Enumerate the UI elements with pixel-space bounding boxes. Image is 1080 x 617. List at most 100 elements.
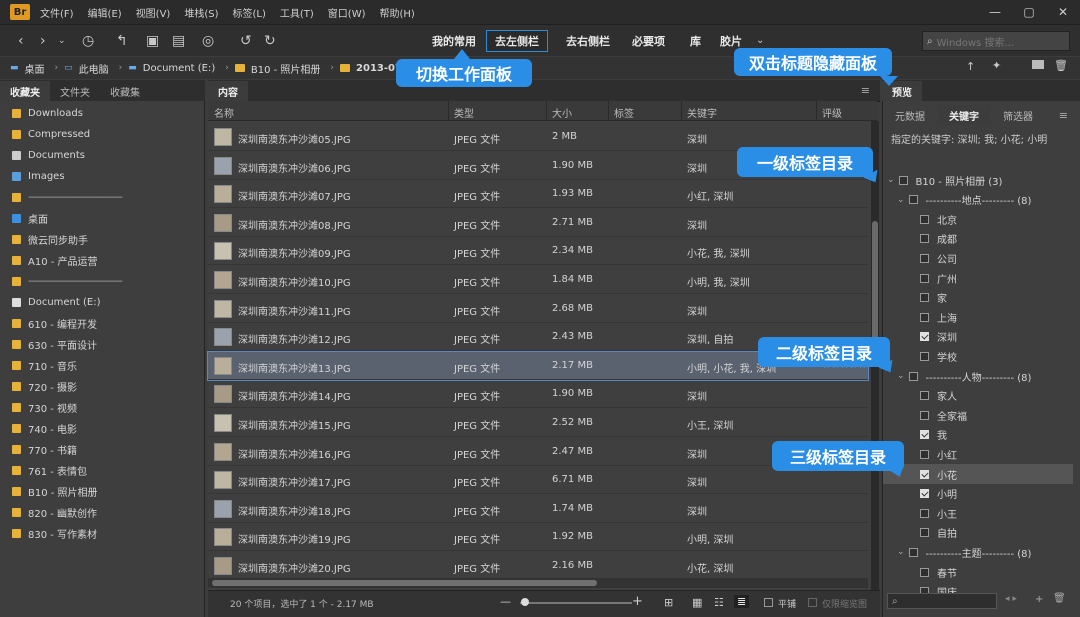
keyword-item[interactable]: ⌄ ----------人物--------- (8)	[883, 366, 1073, 386]
column-header-5[interactable]: 评级	[822, 105, 842, 120]
keyword-checkbox[interactable]	[920, 253, 929, 263]
rotate-left-icon[interactable]: ↺	[240, 33, 252, 49]
panel-menu-icon[interactable]: ≡	[1059, 109, 1068, 122]
keyword-checkbox[interactable]	[920, 234, 929, 244]
keyword-item[interactable]: 家	[883, 288, 1073, 308]
workspace-tab[interactable]: 去左侧栏	[486, 30, 548, 52]
table-row[interactable]: 深圳南澳东冲沙滩07.JPG JPEG 文件 1.93 MB 小红, 深圳	[208, 180, 868, 209]
keyword-item[interactable]: 家人	[883, 386, 1073, 406]
column-divider[interactable]	[546, 101, 547, 121]
search-field[interactable]: ⌕ Windows 搜索...	[922, 31, 1070, 51]
up-folder-icon[interactable]: ↑	[966, 60, 975, 73]
favorite-item[interactable]: 820 - 幽默创作	[0, 502, 204, 523]
keyword-checkbox[interactable]	[920, 489, 929, 499]
tab-left-1[interactable]: 文件夹	[50, 81, 100, 101]
favorite-item[interactable]: 770 - 书籍	[0, 439, 204, 460]
thumbnail-view-icon[interactable]: ▦	[692, 596, 702, 609]
table-row[interactable]: 深圳南澳东冲沙滩16.JPG JPEG 文件 2.47 MB 深圳	[208, 438, 868, 466]
grid-view-icon[interactable]: ⊞	[664, 596, 673, 609]
keyword-item[interactable]: 学校	[883, 346, 1073, 366]
zoom-in-icon[interactable]: +	[632, 594, 643, 609]
keyword-checkbox[interactable]	[920, 567, 929, 577]
chevron-down-icon[interactable]: ⌄	[897, 371, 905, 381]
keyword-item[interactable]: 自拍	[883, 523, 1073, 543]
favorite-item[interactable]: 740 - 电影	[0, 418, 204, 439]
zoom-out-icon[interactable]: —	[500, 595, 511, 608]
keyword-item[interactable]: 全家福	[883, 405, 1073, 425]
keyword-checkbox[interactable]	[920, 528, 929, 538]
details-view-icon[interactable]: ☷	[714, 596, 724, 609]
favorite-item[interactable]: Compressed	[0, 124, 204, 145]
keyword-item[interactable]: 小红	[883, 444, 1073, 464]
keyword-checkbox[interactable]	[920, 351, 929, 361]
zoom-slider[interactable]	[520, 602, 632, 604]
list-view-icon[interactable]: ≣	[734, 595, 750, 608]
table-row[interactable]: 深圳南澳东冲沙滩15.JPG JPEG 文件 2.52 MB 小王, 深圳	[208, 409, 868, 437]
tab-left-2[interactable]: 收藏集	[100, 81, 150, 101]
table-row[interactable]: 深圳南澳东冲沙滩19.JPG JPEG 文件 1.92 MB 小明, 深圳	[208, 523, 868, 552]
menu-item[interactable]: 堆栈(S)	[184, 5, 218, 20]
table-row[interactable]: 深圳南澳东冲沙滩20.JPG JPEG 文件 2.16 MB 小花, 深圳	[208, 552, 868, 580]
chevron-down-icon[interactable]: ⌄	[897, 195, 905, 205]
keyword-item[interactable]: 成都	[883, 229, 1073, 249]
favorite-item[interactable]: 桌面	[0, 208, 204, 229]
menu-item[interactable]: 帮助(H)	[380, 5, 415, 20]
menu-item[interactable]: 工具(T)	[280, 5, 314, 20]
keyword-checkbox[interactable]	[908, 195, 918, 205]
rotate-right-icon[interactable]: ↻	[264, 33, 276, 49]
column-divider[interactable]	[608, 101, 609, 121]
column-header-2[interactable]: 大小	[552, 105, 572, 120]
delete-keyword-icon[interactable]: 🗑	[1053, 593, 1066, 604]
camera-icon[interactable]: ▣	[146, 33, 159, 49]
menu-item[interactable]: 编辑(E)	[88, 5, 122, 20]
workspace-more-icon[interactable]: ⌄	[756, 33, 764, 49]
forward-icon[interactable]: ›	[40, 33, 46, 49]
column-header-1[interactable]: 类型	[454, 105, 474, 120]
horizontal-scrollbar[interactable]	[208, 578, 868, 588]
delete-icon[interactable]: 🗑	[1054, 59, 1068, 72]
new-favorite-icon[interactable]: ✦	[992, 59, 1001, 72]
tab-content[interactable]: 内容	[208, 81, 248, 101]
keyword-item[interactable]: 深圳	[883, 327, 1073, 347]
flat-checkbox[interactable]	[764, 598, 773, 607]
keyword-checkbox[interactable]	[920, 410, 929, 420]
scrollbar-thumb[interactable]	[212, 580, 597, 586]
breadcrumb-item[interactable]: ▭ 此电脑	[64, 61, 109, 76]
keyword-checkbox[interactable]	[920, 391, 929, 401]
favorite-item[interactable]: Images	[0, 166, 204, 187]
keyword-checkbox[interactable]	[920, 312, 929, 322]
keyword-checkbox[interactable]	[920, 430, 929, 440]
keyword-item[interactable]: ⌄ ----------主题--------- (8)	[883, 542, 1073, 562]
column-divider[interactable]	[448, 101, 449, 121]
table-row[interactable]: 深圳南澳东冲沙滩18.JPG JPEG 文件 1.74 MB 深圳	[208, 495, 868, 523]
keyword-item[interactable]: ⌄ ----------地点--------- (8)	[883, 190, 1073, 210]
menu-item[interactable]: 窗口(W)	[328, 5, 366, 20]
open-recent-icon[interactable]: ◎	[202, 33, 214, 49]
favorite-item[interactable]: 630 - 平面设计	[0, 334, 204, 355]
recent-icon[interactable]: ◷	[82, 33, 94, 49]
table-row[interactable]: 深圳南澳东冲沙滩09.JPG JPEG 文件 2.34 MB 小花, 我, 深圳	[208, 237, 868, 266]
keyword-item[interactable]: 小明	[883, 484, 1073, 504]
favorite-item[interactable]: 720 - 摄影	[0, 376, 204, 397]
back-icon[interactable]: ‹	[18, 33, 24, 49]
favorite-item[interactable]: B10 - 照片相册	[0, 481, 204, 502]
favorite-item[interactable]: 830 - 写作素材	[0, 523, 204, 544]
keyword-checkbox[interactable]	[920, 508, 929, 518]
keyword-item[interactable]: ⌄ B10 - 照片相册 (3)	[883, 170, 1073, 190]
return-icon[interactable]: ↰	[116, 33, 128, 49]
chevron-down-icon[interactable]: ⌄	[887, 175, 895, 185]
keyword-checkbox[interactable]	[920, 449, 929, 459]
tab-right-0[interactable]: 元数据	[883, 105, 937, 125]
keyword-item[interactable]: 北京	[883, 209, 1073, 229]
workspace-tab[interactable]: 去右侧栏	[558, 30, 618, 52]
keyword-checkbox[interactable]	[908, 547, 918, 557]
keyword-item[interactable]: 小花	[883, 464, 1073, 484]
favorite-item[interactable]: 730 - 视频	[0, 397, 204, 418]
keyword-checkbox[interactable]	[920, 293, 929, 303]
keyword-checkbox[interactable]	[898, 175, 908, 185]
keyword-item[interactable]: 上海	[883, 307, 1073, 327]
workspace-tab[interactable]: 库	[682, 30, 709, 52]
keyword-item[interactable]: 公司	[883, 248, 1073, 268]
favorite-item[interactable]: 610 - 编程开发	[0, 313, 204, 334]
refine-icon[interactable]: ▤	[172, 33, 185, 49]
